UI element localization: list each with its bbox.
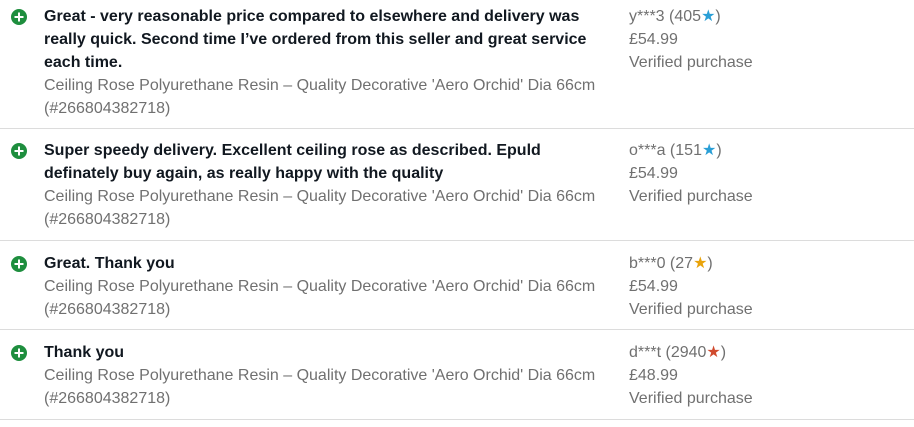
positive-feedback-plus-icon <box>11 9 27 25</box>
item-title-link[interactable]: Ceiling Rose Polyurethane Resin – Qualit… <box>44 74 609 120</box>
buyer-name: o***a <box>629 142 666 159</box>
item-price: £54.99 <box>629 165 678 182</box>
item-price: £54.99 <box>629 278 678 295</box>
item-title-link[interactable]: Ceiling Rose Polyurethane Resin – Qualit… <box>44 185 609 231</box>
buyer-info: d***t (2940★) <box>629 344 727 361</box>
positive-feedback-plus-icon <box>11 143 27 159</box>
feedback-star-icon: ★ <box>701 142 717 159</box>
buyer-info: b***0 (27★) <box>629 255 713 272</box>
feedback-comment: Great. Thank you <box>44 255 175 272</box>
feedback-row: Thank you Ceiling Rose Polyurethane Resi… <box>0 330 914 420</box>
feedback-comment: Thank you <box>44 344 125 361</box>
verified-purchase-label: Verified purchase <box>629 54 753 71</box>
buyer-name: b***0 <box>629 255 666 272</box>
item-price: £48.99 <box>629 367 678 384</box>
feedback-star-icon: ★ <box>701 8 716 25</box>
verified-purchase-label: Verified purchase <box>629 390 753 407</box>
buyer-info: o***a (151★) <box>629 142 722 159</box>
item-title-link[interactable]: Ceiling Rose Polyurethane Resin – Qualit… <box>44 364 609 410</box>
feedback-content: Great - very reasonable price compared t… <box>44 5 609 120</box>
feedback-score: 151 <box>675 142 702 159</box>
feedback-content: Super speedy delivery. Excellent ceiling… <box>44 139 609 231</box>
feedback-meta: o***a (151★) £54.99 Verified purchase <box>629 139 899 208</box>
feedback-comment: Great - very reasonable price compared t… <box>44 8 587 71</box>
buyer-name: y***3 <box>629 8 665 25</box>
feedback-comment: Super speedy delivery. Excellent ceiling… <box>44 142 541 182</box>
feedback-list: Great - very reasonable price compared t… <box>0 0 914 420</box>
buyer-name: d***t <box>629 344 662 361</box>
feedback-score: 2940 <box>670 344 707 361</box>
item-title-link[interactable]: Ceiling Rose Polyurethane Resin – Qualit… <box>44 275 609 321</box>
feedback-meta: d***t (2940★) £48.99 Verified purchase <box>629 341 899 410</box>
feedback-score: 27 <box>675 255 694 272</box>
item-price: £54.99 <box>629 31 678 48</box>
verified-purchase-label: Verified purchase <box>629 301 753 318</box>
feedback-star-icon: ★ <box>706 344 721 361</box>
buyer-info: y***3 (405★) <box>629 8 721 25</box>
feedback-content: Thank you Ceiling Rose Polyurethane Resi… <box>44 341 609 410</box>
feedback-content: Great. Thank you Ceiling Rose Polyuretha… <box>44 252 609 321</box>
feedback-meta: y***3 (405★) £54.99 Verified purchase <box>629 5 899 74</box>
positive-feedback-plus-icon <box>11 256 27 272</box>
feedback-row: Super speedy delivery. Excellent ceiling… <box>0 129 914 241</box>
feedback-star-icon: ★ <box>693 255 708 272</box>
feedback-meta: b***0 (27★) £54.99 Verified purchase <box>629 252 899 321</box>
feedback-score: 405 <box>674 8 702 25</box>
verified-purchase-label: Verified purchase <box>629 188 753 205</box>
feedback-row: Great - very reasonable price compared t… <box>0 0 914 129</box>
feedback-row: Great. Thank you Ceiling Rose Polyuretha… <box>0 241 914 330</box>
positive-feedback-plus-icon <box>11 345 27 361</box>
